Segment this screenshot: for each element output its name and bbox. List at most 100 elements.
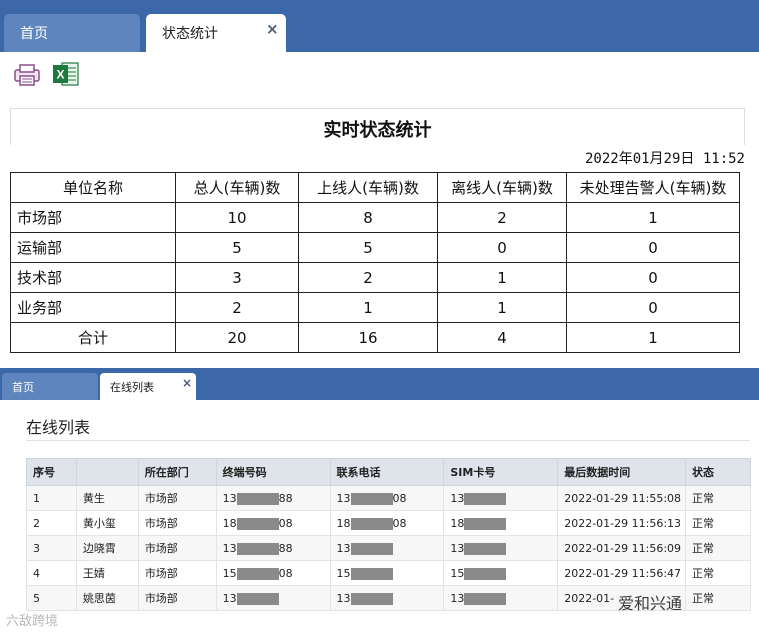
column-header — [75, 458, 139, 486]
cell-offline: 4 — [437, 322, 567, 353]
table-row: 业务部 2 1 1 0 — [10, 292, 740, 323]
cell-total: 5 — [175, 232, 299, 263]
cell-online: 8 — [298, 202, 438, 233]
cell-phone: 13 08 — [329, 485, 445, 511]
close-icon[interactable]: × — [182, 376, 192, 390]
column-header: 所在部门 — [137, 458, 217, 486]
cell-terminal-number: 13 88 — [215, 535, 331, 561]
cell-unit: 合计 — [10, 322, 176, 353]
table-row[interactable]: 3 边晓霄 市场部 13 88 13 13 2022-01-29 11:56:09… — [26, 535, 751, 561]
redaction-mask — [464, 542, 507, 555]
top-tab-bar: 首页 状态统计 × — [0, 0, 759, 52]
watermark-right: 爱和兴通 — [618, 594, 683, 613]
terminal-suffix: 88 — [278, 491, 293, 505]
cell-total: 2 — [175, 292, 299, 323]
sim-prefix: 13 — [450, 541, 465, 555]
phone-prefix: 13 — [336, 591, 351, 605]
cell-index: 5 — [26, 585, 77, 611]
redaction-mask — [350, 492, 393, 505]
cell-name: 姚思茵 — [75, 585, 139, 611]
excel-icon[interactable]: X — [52, 60, 80, 88]
tab-home[interactable]: 首页 — [4, 14, 140, 52]
table-row: 技术部 3 2 1 0 — [10, 262, 740, 293]
table-row: 运输部 5 5 0 0 — [10, 232, 740, 263]
terminal-prefix: 13 — [222, 541, 237, 555]
cell-department: 市场部 — [137, 510, 217, 536]
redaction-mask — [464, 517, 507, 530]
sim-prefix: 13 — [450, 491, 465, 505]
column-header: 序号 — [26, 458, 77, 486]
cell-terminal-number: 18 08 — [215, 510, 331, 536]
cell-status: 正常 — [685, 485, 751, 511]
cell-department: 市场部 — [137, 485, 217, 511]
terminal-prefix: 13 — [222, 491, 237, 505]
cell-department: 市场部 — [137, 585, 217, 611]
tab-status-statistics-label: 状态统计 — [162, 26, 218, 42]
cell-department: 市场部 — [137, 535, 217, 561]
column-header: 总人(车辆)数 — [175, 172, 299, 203]
realtime-status-report: 实时状态统计 2022年01月29日 11:52 单位名称 总人(车辆)数 上线… — [10, 108, 745, 366]
cell-sim: 13 — [443, 485, 559, 511]
cell-last-data-time: 2022-01-29 11:56:47 — [557, 560, 687, 586]
divider — [26, 440, 750, 441]
report-toolbar: X — [0, 52, 759, 108]
redaction-mask — [236, 542, 279, 555]
cell-online: 1 — [298, 292, 438, 323]
phone-prefix: 13 — [336, 491, 351, 505]
cell-terminal-number: 13 88 — [215, 485, 331, 511]
redaction-mask — [350, 517, 393, 530]
cell-alarm: 1 — [566, 202, 740, 233]
cell-status: 正常 — [685, 560, 751, 586]
cell-terminal-number: 13 — [215, 585, 331, 611]
cell-total: 20 — [175, 322, 299, 353]
phone-prefix: 15 — [336, 566, 351, 580]
cell-offline: 2 — [437, 202, 567, 233]
cell-alarm: 0 — [566, 232, 740, 263]
cell-status: 正常 — [685, 585, 751, 611]
redaction-mask — [236, 592, 279, 605]
cell-online: 16 — [298, 322, 438, 353]
column-header: 最后数据时间 — [557, 458, 687, 486]
cell-last-data-time: 2022-01-29 11:56:13 — [557, 510, 687, 536]
print-icon[interactable] — [13, 63, 41, 87]
status-statistics-table: 单位名称 总人(车辆)数 上线人(车辆)数 离线人(车辆)数 未处理告警人(车辆… — [10, 172, 740, 353]
cell-name: 黄小玺 — [75, 510, 139, 536]
cell-department: 市场部 — [137, 560, 217, 586]
tab-home-label: 首页 — [20, 26, 48, 42]
cell-sim: 15 — [443, 560, 559, 586]
terminal-prefix: 13 — [222, 591, 237, 605]
cell-online: 5 — [298, 232, 438, 263]
tab-online-list[interactable]: 在线列表 × — [100, 373, 196, 400]
sim-prefix: 18 — [450, 516, 465, 530]
cell-phone: 18 08 — [329, 510, 445, 536]
cell-total: 3 — [175, 262, 299, 293]
terminal-suffix: 08 — [278, 516, 293, 530]
terminal-prefix: 15 — [222, 566, 237, 580]
tab-home[interactable]: 首页 — [2, 373, 98, 400]
cell-name: 边晓霄 — [75, 535, 139, 561]
cell-index: 2 — [26, 510, 77, 536]
cell-unit: 业务部 — [10, 292, 176, 323]
close-icon[interactable]: × — [266, 20, 279, 38]
sim-prefix: 13 — [450, 591, 465, 605]
cell-sim: 13 — [443, 535, 559, 561]
redaction-mask — [350, 567, 393, 580]
cell-total: 10 — [175, 202, 299, 233]
redaction-mask — [236, 567, 279, 580]
cell-terminal-number: 15 08 — [215, 560, 331, 586]
terminal-suffix: 08 — [278, 566, 293, 580]
cell-index: 1 — [26, 485, 77, 511]
column-header: 状态 — [685, 458, 751, 486]
table-row[interactable]: 2 黄小玺 市场部 18 08 18 08 18 2022-01-29 11:56:… — [26, 510, 751, 536]
cell-sim: 18 — [443, 510, 559, 536]
cell-online: 2 — [298, 262, 438, 293]
tab-online-list-label: 在线列表 — [110, 381, 154, 394]
table-row[interactable]: 4 王婧 市场部 15 08 15 15 2022-01-29 11:56:47 … — [26, 560, 751, 586]
table-row[interactable]: 1 黄生 市场部 13 88 13 08 13 2022-01-29 11:55:0… — [26, 485, 751, 511]
tab-status-statistics[interactable]: 状态统计 × — [146, 14, 286, 52]
list-tab-bar: 首页 在线列表 × — [0, 368, 759, 400]
cell-sim: 13 — [443, 585, 559, 611]
cell-offline: 1 — [437, 292, 567, 323]
phone-suffix: 08 — [392, 516, 407, 530]
cell-index: 4 — [26, 560, 77, 586]
